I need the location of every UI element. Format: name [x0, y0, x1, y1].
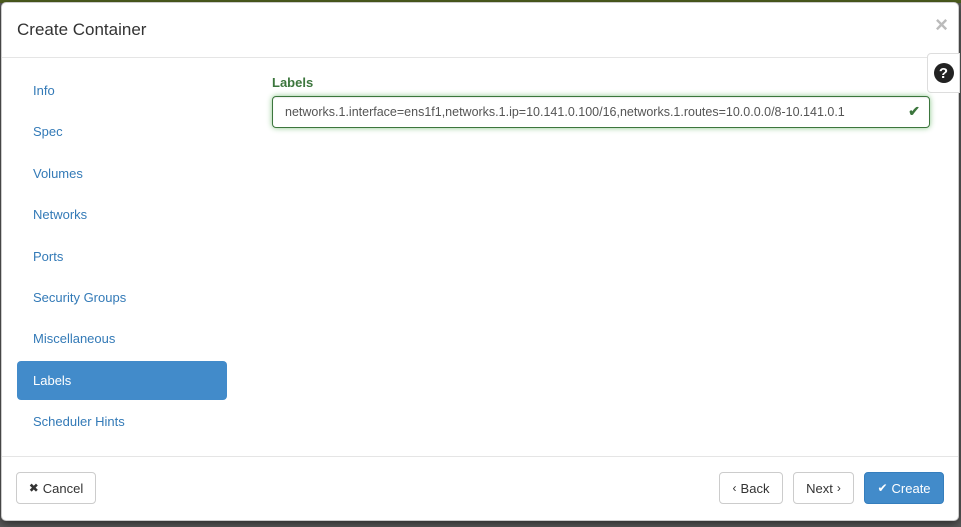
labels-field-label: Labels	[272, 75, 314, 90]
sidebar-item-volumes[interactable]: Volumes	[17, 154, 227, 193]
check-icon: ✔	[908, 103, 920, 119]
sidebar-item-spec[interactable]: Spec	[17, 112, 227, 151]
labels-input[interactable]	[272, 96, 930, 128]
sidebar-item-security-groups[interactable]: Security Groups	[17, 278, 227, 317]
create-label: Create	[891, 480, 931, 496]
labels-input-group: ✔	[272, 96, 930, 128]
create-button[interactable]: ✔ Create	[864, 472, 944, 504]
modal-header: Create Container ×	[2, 3, 958, 58]
sidebar-item-networks[interactable]: Networks	[17, 195, 227, 234]
back-label: Back	[740, 480, 770, 496]
next-button[interactable]: Next ›	[793, 472, 854, 504]
create-container-modal: Create Container × ? Info Spec Volumes N…	[1, 2, 960, 521]
cancel-button[interactable]: ✖ Cancel	[16, 472, 96, 504]
close-icon: ✖	[28, 481, 39, 495]
close-icon[interactable]: ×	[935, 14, 948, 36]
chevron-right-icon: ›	[836, 481, 841, 495]
chevron-left-icon: ‹	[732, 481, 737, 495]
modal-title: Create Container	[17, 20, 147, 39]
check-icon: ✔	[877, 481, 888, 495]
labels-panel: Labels ✔	[272, 75, 930, 128]
sidebar-item-info[interactable]: Info	[17, 71, 227, 110]
wizard-sidebar: Info Spec Volumes Networks Ports Securit…	[17, 71, 227, 444]
back-button[interactable]: ‹ Back	[719, 472, 783, 504]
help-button[interactable]: ?	[927, 53, 960, 93]
sidebar-item-ports[interactable]: Ports	[17, 237, 227, 276]
sidebar-item-scheduler-hints[interactable]: Scheduler Hints	[17, 402, 227, 441]
sidebar-item-labels[interactable]: Labels	[17, 360, 227, 400]
modal-footer: ✖ Cancel ‹ Back Next › ✔ Create	[2, 456, 958, 520]
cancel-label: Cancel	[42, 480, 84, 496]
question-circle-icon: ?	[933, 63, 954, 83]
next-label: Next	[806, 480, 833, 496]
sidebar-item-miscellaneous[interactable]: Miscellaneous	[17, 319, 227, 358]
